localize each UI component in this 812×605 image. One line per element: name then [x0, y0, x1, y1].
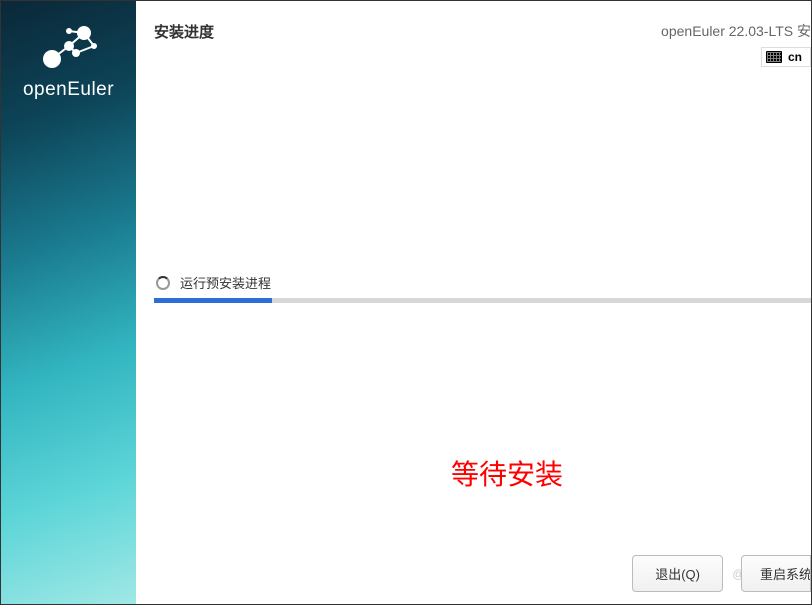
- button-bar: 退出(Q) 重启系统(: [632, 555, 811, 592]
- page-title: 安装进度: [154, 21, 214, 68]
- release-version: openEuler 22.03-LTS 安: [661, 21, 811, 41]
- brand-name: openEuler: [23, 79, 114, 101]
- progress-bar: [154, 298, 811, 303]
- progress-status: 运行预安装进程: [154, 273, 811, 292]
- header: 安装进度 openEuler 22.03-LTS 安 cn: [136, 1, 811, 68]
- reboot-button[interactable]: 重启系统(: [741, 555, 811, 592]
- keyboard-layout-label: cn: [788, 50, 802, 64]
- keyboard-layout-indicator[interactable]: cn: [761, 47, 811, 67]
- keyboard-icon: [766, 51, 782, 63]
- progress-fill: [154, 298, 272, 303]
- annotation-text: 等待安装: [451, 453, 563, 493]
- quit-button[interactable]: 退出(Q): [632, 555, 723, 592]
- release-info: openEuler 22.03-LTS 安 cn: [661, 21, 811, 68]
- spinner-icon: [156, 276, 170, 290]
- status-text: 运行预安装进程: [180, 273, 271, 292]
- sidebar: openEuler: [1, 1, 136, 604]
- progress-section: 运行预安装进程: [154, 273, 811, 303]
- main-content: 安装进度 openEuler 22.03-LTS 安 cn 运行预安装进程 等待…: [136, 1, 811, 604]
- openeuler-logo-icon: [34, 21, 104, 71]
